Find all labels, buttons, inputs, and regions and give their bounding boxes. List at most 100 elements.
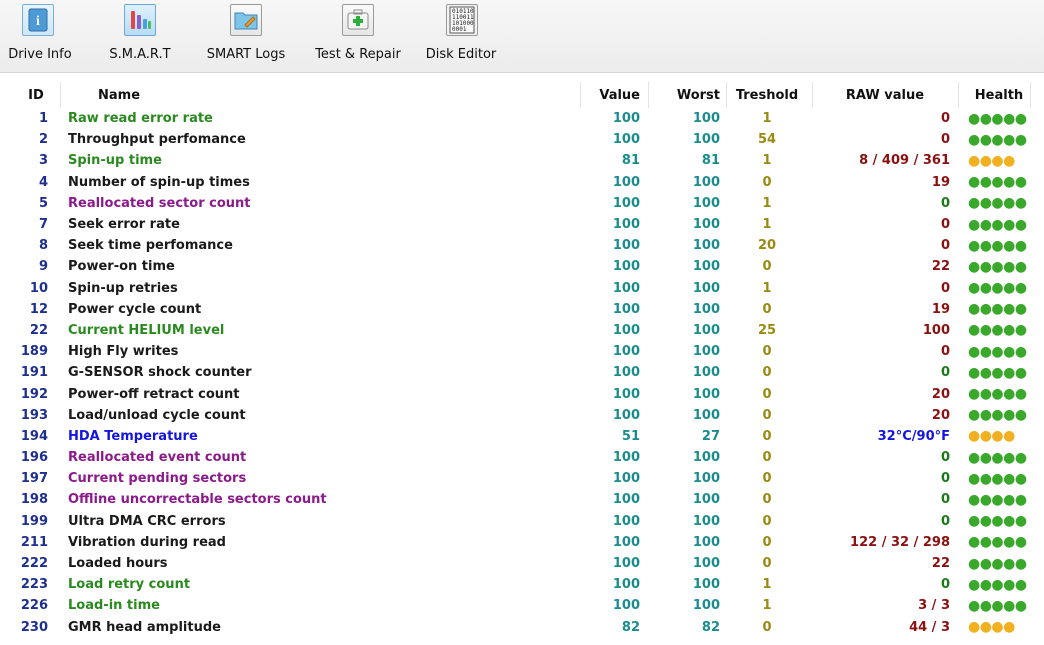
row-value: 100 [612, 450, 640, 466]
row-name: G-SENSOR shock counter [68, 365, 252, 381]
table-row[interactable]: 194 HDA Temperature 51 27 0 32°C/90°F ●●●● [0, 426, 1044, 447]
row-worst: 100 [692, 365, 720, 381]
row-health: ●●●●● [968, 131, 1027, 148]
table-row[interactable]: 2 Throughput perfomance 100 100 54 0 ●●●●● [0, 129, 1044, 150]
smart-logs-button[interactable]: SMART Logs [200, 0, 292, 72]
row-value: 100 [612, 174, 640, 190]
row-worst: 100 [692, 280, 720, 296]
smart-button[interactable]: S.M.A.R.T [100, 0, 180, 72]
row-worst: 100 [692, 238, 720, 254]
row-worst: 100 [692, 513, 720, 529]
header-worst[interactable]: Worst [660, 82, 720, 108]
row-worst: 100 [692, 450, 720, 466]
table-row[interactable]: 4 Number of spin-up times 100 100 0 19 ●●●●● [0, 172, 1044, 193]
row-value: 100 [612, 111, 640, 127]
row-id: 222 [20, 556, 48, 572]
table-row[interactable]: 230 GMR head amplitude 82 82 0 44 / 3 ●●●● [0, 617, 1044, 638]
row-worst: 100 [692, 577, 720, 593]
row-treshold: 0 [762, 534, 772, 550]
row-id: 196 [20, 450, 48, 466]
row-id: 1 [38, 111, 48, 127]
test-repair-icon [342, 4, 374, 36]
table-row[interactable]: 22 Current HELIUM level 100 100 25 100 ●●●●● [0, 320, 1044, 341]
test-repair-button[interactable]: Test & Repair [308, 0, 408, 72]
row-name: Spin-up time [68, 153, 162, 169]
row-value: 100 [612, 259, 640, 275]
row-health: ●●●●● [968, 195, 1027, 212]
row-name: Loaded hours [68, 556, 168, 572]
header-name[interactable]: Name [98, 82, 598, 108]
table-row[interactable]: 189 High Fly writes 100 100 0 0 ●●●●● [0, 341, 1044, 362]
row-value: 100 [612, 407, 640, 423]
header-health[interactable]: Health [968, 82, 1030, 108]
row-health: ●●●●● [968, 491, 1027, 508]
row-treshold: 0 [762, 386, 772, 402]
table-row[interactable]: 196 Reallocated event count 100 100 0 0 ●●●●● [0, 447, 1044, 468]
row-raw-value: 0 [940, 450, 950, 466]
table-row[interactable]: 192 Power-off retract count 100 100 0 20 ●●●●● [0, 383, 1044, 404]
row-name: Throughput perfomance [68, 132, 246, 148]
row-id: 2 [38, 132, 48, 148]
row-raw-value: 0 [940, 238, 950, 254]
row-health: ●●●● [968, 428, 1015, 445]
row-id: 193 [20, 407, 48, 423]
header-value[interactable]: Value [578, 82, 640, 108]
table-row[interactable]: 211 Vibration during read 100 100 0 122 / 32 … [0, 532, 1044, 553]
table-row[interactable]: 197 Current pending sectors 100 100 0 0 ●●●●● [0, 468, 1044, 489]
row-name: Reallocated sector count [68, 195, 251, 211]
header-id[interactable]: ID [18, 82, 54, 108]
smart-label: S.M.A.R.T [109, 47, 171, 62]
header-raw-value[interactable]: RAW value [820, 82, 950, 108]
column-divider [958, 82, 959, 108]
row-id: 194 [20, 428, 48, 444]
table-header-row: ID Name Value Worst Treshold RAW value H… [0, 82, 1044, 108]
table-row[interactable]: 12 Power cycle count 100 100 0 19 ●●●●● [0, 299, 1044, 320]
row-treshold: 1 [762, 577, 772, 593]
row-name: Seek time perfomance [68, 238, 233, 254]
drive-info-button[interactable]: i Drive Info [0, 0, 80, 72]
drive-info-label: Drive Info [8, 47, 72, 62]
table-row[interactable]: 1 Raw read error rate 100 100 1 0 ●●●●● [0, 108, 1044, 129]
table-row[interactable]: 193 Load/unload cycle count 100 100 0 20 ●●●●● [0, 405, 1044, 426]
row-worst: 100 [692, 259, 720, 275]
table-row[interactable]: 5 Reallocated sector count 100 100 1 0 ●●●●● [0, 193, 1044, 214]
table-row[interactable]: 8 Seek time perfomance 100 100 20 0 ●●●●● [0, 235, 1044, 256]
column-divider [648, 82, 649, 108]
row-value: 100 [612, 322, 640, 338]
table-row[interactable]: 199 Ultra DMA CRC errors 100 100 0 0 ●●●●● [0, 511, 1044, 532]
row-value: 100 [612, 365, 640, 381]
row-treshold: 0 [762, 301, 772, 317]
header-treshold[interactable]: Treshold [730, 82, 804, 108]
row-value: 51 [621, 428, 640, 444]
table-row[interactable]: 3 Spin-up time 81 81 1 8 / 409 / 361 ●●●● [0, 150, 1044, 171]
row-worst: 100 [692, 217, 720, 233]
disk-editor-button[interactable]: 010110 110011 101000 0001 Disk Editor [418, 0, 504, 72]
row-health: ●●●●● [968, 343, 1027, 360]
row-name: Vibration during read [68, 534, 226, 550]
table-row[interactable]: 222 Loaded hours 100 100 0 22 ●●●●● [0, 553, 1044, 574]
table-row[interactable]: 198 Offline uncorrectable sectors count 10… [0, 489, 1044, 510]
row-worst: 100 [692, 344, 720, 360]
row-worst: 82 [701, 619, 720, 635]
row-name: Current HELIUM level [68, 322, 225, 338]
row-health: ●●●●● [968, 407, 1027, 424]
row-worst: 100 [692, 492, 720, 508]
table-row[interactable]: 7 Seek error rate 100 100 1 0 ●●●●● [0, 214, 1044, 235]
row-health: ●●●●● [968, 513, 1027, 530]
table-row[interactable]: 10 Spin-up retries 100 100 1 0 ●●●●● [0, 278, 1044, 299]
row-raw-value: 0 [940, 513, 950, 529]
row-raw-value: 3 / 3 [918, 598, 950, 614]
row-worst: 100 [692, 301, 720, 317]
table-row[interactable]: 223 Load retry count 100 100 1 0 ●●●●● [0, 574, 1044, 595]
row-value: 100 [612, 195, 640, 211]
smart-chart-icon [124, 4, 156, 36]
smart-logs-icon [230, 4, 262, 36]
row-value: 100 [612, 513, 640, 529]
row-raw-value: 0 [940, 577, 950, 593]
table-row[interactable]: 226 Load-in time 100 100 1 3 / 3 ●●●●● [0, 595, 1044, 616]
row-health: ●●●●● [968, 470, 1027, 487]
table-row[interactable]: 9 Power-on time 100 100 0 22 ●●●●● [0, 256, 1044, 277]
table-row[interactable]: 191 G-SENSOR shock counter 100 100 0 0 ●●●●● [0, 362, 1044, 383]
row-value: 100 [612, 344, 640, 360]
row-health: ●●●●● [968, 237, 1027, 254]
